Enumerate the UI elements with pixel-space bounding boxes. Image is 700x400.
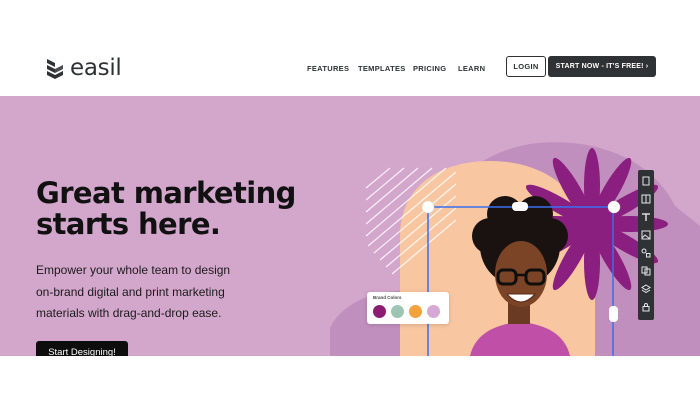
nav-learn[interactable]: LEARN	[458, 64, 485, 73]
logo-text: easil	[70, 55, 122, 81]
swatch-sage[interactable]	[391, 305, 404, 318]
swatch-orange[interactable]	[409, 305, 422, 318]
lock-icon[interactable]	[641, 302, 651, 312]
text-icon[interactable]	[641, 212, 651, 222]
hero-section: Brand Colors Great marketing starts here…	[0, 96, 700, 356]
layout-icon[interactable]	[641, 194, 651, 204]
copy-icon[interactable]	[641, 266, 651, 276]
image-icon[interactable]	[641, 230, 651, 240]
logo[interactable]: easil	[44, 55, 122, 81]
hero-headline: Great marketing starts here.	[36, 178, 336, 240]
brand-colors-card: Brand Colors	[367, 292, 449, 324]
editor-toolbar	[638, 170, 654, 320]
headline-line-2: starts here.	[36, 207, 221, 241]
brand-colors-title: Brand Colors	[373, 295, 402, 300]
headline-line-1: Great marketing	[36, 176, 296, 210]
easil-logo-icon	[47, 59, 63, 79]
shapes-icon[interactable]	[641, 248, 651, 258]
start-now-button[interactable]: START NOW - IT'S FREE! ›	[548, 56, 656, 77]
nav-features[interactable]: FEATURES	[307, 64, 349, 73]
file-icon[interactable]	[641, 176, 651, 186]
site-header: easil FEATURES TEMPLATES PRICING LEARN L…	[0, 38, 700, 96]
swatch-purple[interactable]	[373, 305, 386, 318]
start-designing-button[interactable]: Start Designing!	[36, 341, 128, 356]
hero-subtext: Empower your whole team to design on-bra…	[36, 260, 266, 325]
subtext-line-1: Empower your whole team to design	[36, 263, 231, 277]
subtext-line-2: on-brand digital and print marketing	[36, 284, 225, 299]
login-button[interactable]: LOGIN	[506, 56, 546, 77]
swatch-lilac[interactable]	[427, 305, 440, 318]
layers-icon[interactable]	[641, 284, 651, 294]
nav-pricing[interactable]: PRICING	[413, 64, 446, 73]
nav-templates[interactable]: TEMPLATES	[358, 64, 406, 73]
subtext-line-3: materials with drag-and-drop ease.	[36, 306, 222, 320]
